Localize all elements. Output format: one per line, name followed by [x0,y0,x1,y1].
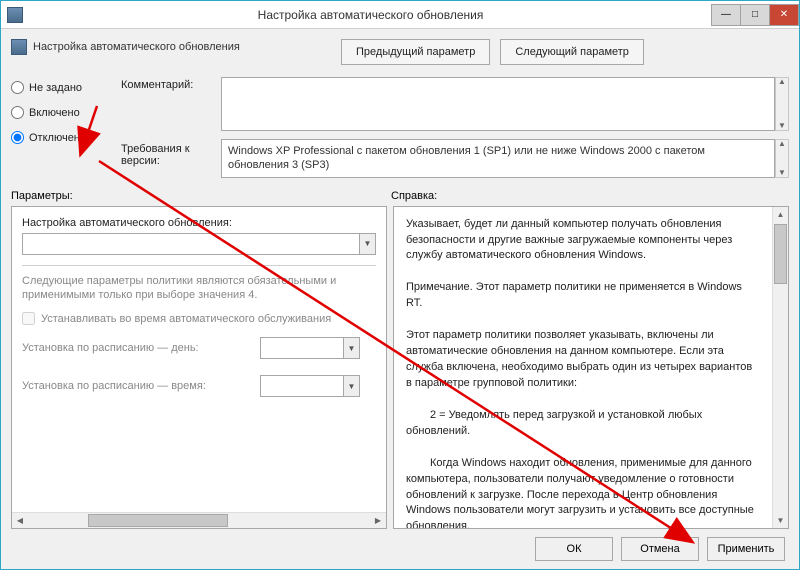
requirements-scrollbar[interactable]: ▲ ▼ [775,139,789,178]
dropdown-icon: ▼ [343,376,359,396]
options-note: Следующие параметры политики являются об… [22,274,376,303]
scroll-down-icon: ▼ [778,169,786,177]
minimize-button[interactable]: — [711,4,741,26]
state-radio-group: Не задано Включено Отключено [11,77,121,178]
section-labels: Параметры: Справка: [11,190,789,202]
ok-button[interactable]: ОК [535,537,613,561]
radio-disabled-input[interactable] [11,131,24,144]
help-p5: Когда Windows находит обновления, примен… [406,456,760,528]
radio-disabled[interactable]: Отключено [11,131,121,144]
dialog-window: Настройка автоматического обновления — □… [0,0,800,570]
dropdown-icon: ▼ [343,338,359,358]
scroll-down-icon: ▼ [773,512,788,528]
help-text: Указывает, будет ли данный компьютер пол… [394,207,772,528]
requirements-text: Windows XP Professional с пакетом обновл… [221,139,775,178]
app-icon [1,7,29,23]
comment-label: Комментарий: [121,77,221,131]
header-row: Настройка автоматического обновления Пре… [11,39,789,65]
scroll-left-icon: ◀ [12,513,28,528]
help-label: Справка: [391,190,789,202]
scroll-thumb[interactable] [774,224,787,284]
window-title: Настройка автоматического обновления [29,8,712,22]
options-panel: Настройка автоматического обновления: ▼ … [11,206,387,529]
schedule-time-label: Установка по расписанию — время: [22,380,252,392]
help-p3: Этот параметр политики позволяет указыва… [406,328,760,392]
schedule-day-combobox[interactable]: ▼ [260,337,360,359]
schedule-time-row: Установка по расписанию — время: ▼ [22,375,376,397]
radio-not-configured[interactable]: Не задано [11,81,121,94]
scroll-track[interactable] [773,285,788,512]
help-p4: 2 = Уведомлять перед загрузкой и установ… [406,408,760,440]
maintenance-checkbox-label: Устанавливать во время автоматического о… [41,313,331,325]
scroll-up-icon: ▲ [778,140,786,148]
titlebar[interactable]: Настройка автоматического обновления — □… [1,1,799,29]
scroll-up-icon: ▲ [773,207,788,223]
scroll-right-icon: ▶ [370,513,386,528]
window-controls: — □ ✕ [712,4,799,26]
header-label: Настройка автоматического обновления [11,39,341,55]
prev-setting-button[interactable]: Предыдущий параметр [341,39,490,65]
divider [22,265,376,266]
policy-icon [11,39,27,55]
comment-scrollbar[interactable]: ▲ ▼ [775,77,789,131]
radio-enabled[interactable]: Включено [11,106,121,119]
schedule-time-combobox[interactable]: ▼ [260,375,360,397]
panels: Настройка автоматического обновления: ▼ … [11,206,789,529]
apply-button[interactable]: Применить [707,537,785,561]
cancel-button[interactable]: Отмена [621,537,699,561]
top-grid: Не задано Включено Отключено Комментарий… [11,77,789,178]
radio-enabled-input[interactable] [11,106,24,119]
next-setting-button[interactable]: Следующий параметр [500,39,644,65]
help-vertical-scrollbar[interactable]: ▲ ▼ [772,207,788,528]
subtitle: Настройка автоматического обновления [33,41,240,53]
radio-enabled-label: Включено [29,107,80,119]
scroll-track[interactable] [28,513,370,528]
options-horizontal-scrollbar[interactable]: ◀ ▶ [12,512,386,528]
requirements-label: Требования к версии: [121,139,221,178]
config-label: Настройка автоматического обновления: [22,217,376,229]
dropdown-icon: ▼ [359,234,375,254]
params-label: Параметры: [11,190,391,202]
dialog-footer: ОК Отмена Применить [11,529,789,561]
dialog-body: Настройка автоматического обновления Пре… [1,29,799,569]
maximize-button[interactable]: □ [740,4,770,26]
nav-buttons: Предыдущий параметр Следующий параметр [341,39,644,65]
schedule-day-row: Установка по расписанию — день: ▼ [22,337,376,359]
schedule-day-label: Установка по расписанию — день: [22,342,252,354]
config-combobox[interactable]: ▼ [22,233,376,255]
maintenance-checkbox-input[interactable] [22,312,35,325]
close-button[interactable]: ✕ [769,4,799,26]
scroll-thumb[interactable] [88,514,228,527]
radio-not-configured-label: Не задано [29,82,82,94]
radio-not-configured-input[interactable] [11,81,24,94]
radio-disabled-label: Отключено [29,132,86,144]
scroll-up-icon: ▲ [778,78,786,86]
help-p2: Примечание. Этот параметр политики не пр… [406,280,760,312]
help-p1: Указывает, будет ли данный компьютер пол… [406,217,760,265]
help-panel: Указывает, будет ли данный компьютер пол… [393,206,789,529]
scroll-down-icon: ▼ [778,122,786,130]
comment-textarea[interactable] [221,77,775,131]
maintenance-checkbox[interactable]: Устанавливать во время автоматического о… [22,312,376,325]
